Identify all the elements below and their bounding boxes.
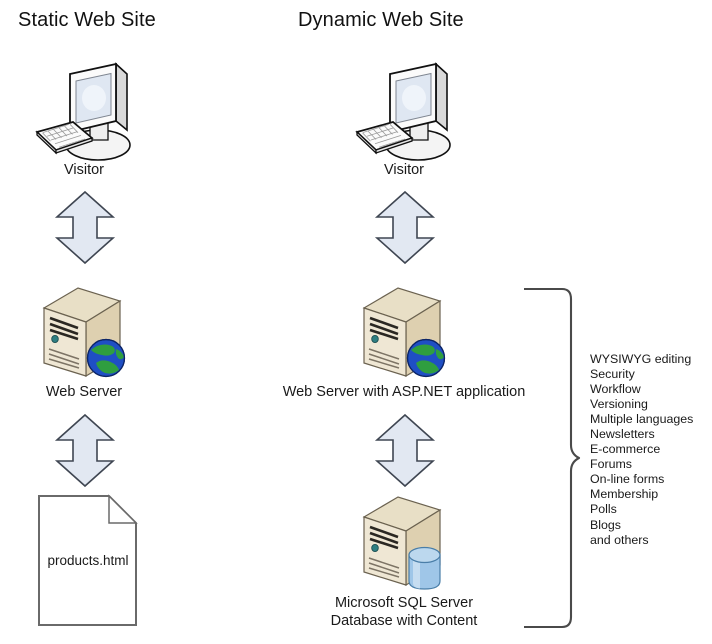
feature-item-3: Versioning <box>590 397 648 412</box>
feature-item-11: Blogs <box>590 517 621 532</box>
server-icon-static <box>38 286 130 382</box>
features-curly-brace <box>520 282 582 634</box>
double-arrow-icon-static-bottom <box>54 413 116 488</box>
double-arrow-icon-dynamic-bottom <box>374 413 436 488</box>
database-label-line-1: Microsoft SQL Server <box>334 595 474 611</box>
static-visitor-label: Visitor <box>63 162 105 178</box>
feature-item-4: Multiple languages <box>590 412 694 427</box>
feature-item-1: Security <box>590 367 635 382</box>
feature-item-10: Polls <box>590 502 617 517</box>
document-label: products.html <box>47 553 129 568</box>
feature-item-9: Membership <box>590 487 659 502</box>
dynamic-server-label: Web Server with ASP.NET application <box>282 384 526 400</box>
feature-item-7: Forums <box>590 457 632 472</box>
double-arrow-icon-dynamic-top <box>374 190 436 265</box>
dynamic-column-title: Dynamic Web Site <box>298 9 464 31</box>
features-list: WYSIWYG editing Security Workflow Versio… <box>590 352 712 548</box>
static-server-label: Web Server <box>45 384 123 400</box>
diagram-canvas: Static Web Site Dynamic Web Site Visitor… <box>0 0 712 644</box>
feature-item-5: Newsletters <box>590 427 655 442</box>
dynamic-visitor-label: Visitor <box>383 162 425 178</box>
static-column-title: Static Web Site <box>18 9 156 31</box>
server-icon-dynamic <box>358 286 450 382</box>
feature-item-2: Workflow <box>590 382 641 397</box>
monitor-icon-static <box>28 52 144 162</box>
monitor-icon-dynamic <box>348 52 464 162</box>
database-server-icon <box>358 495 450 591</box>
double-arrow-icon-static-top <box>54 190 116 265</box>
feature-item-8: On-line forms <box>590 472 665 487</box>
feature-item-6: E-commerce <box>590 442 661 457</box>
database-label-line-2: Database with Content <box>330 613 478 629</box>
feature-item-0: WYSIWYG editing <box>590 352 692 366</box>
feature-item-12: and others <box>590 532 649 547</box>
